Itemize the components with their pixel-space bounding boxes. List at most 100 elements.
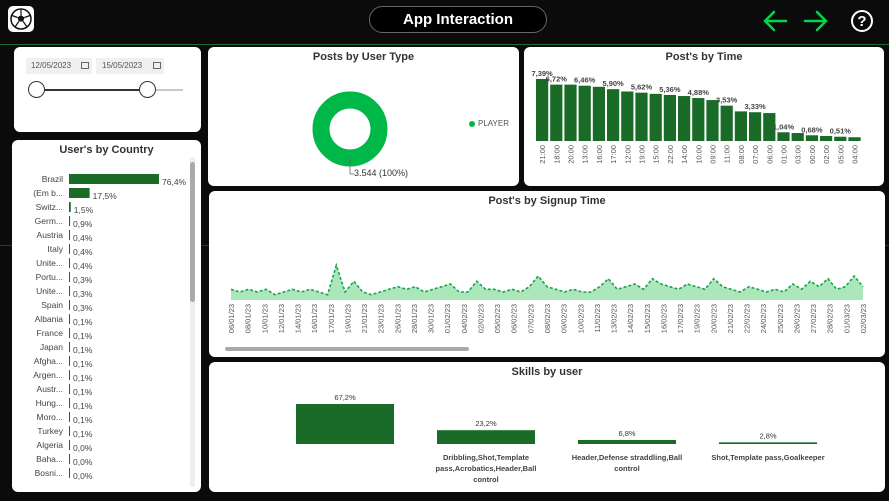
scrollbar-thumb[interactable] xyxy=(190,162,195,302)
time-bar[interactable] xyxy=(635,92,648,141)
time-bar[interactable] xyxy=(578,85,591,141)
country-value-label: 0,4% xyxy=(73,261,93,271)
country-bar[interactable] xyxy=(69,202,71,212)
time-bar[interactable] xyxy=(621,91,634,141)
time-tick-label: 18:00 xyxy=(552,145,561,164)
skill-category-label: pass,Acrobatics,Header,Ball xyxy=(436,464,537,473)
country-value-label: 0,1% xyxy=(73,373,93,383)
country-bar[interactable] xyxy=(69,188,90,198)
signup-tick-label: 16/01/23 xyxy=(310,304,319,333)
time-tick-label: 19:00 xyxy=(638,145,647,164)
country-bar[interactable] xyxy=(69,314,70,324)
signup-tick-label: 28/02/23 xyxy=(826,304,835,333)
time-bar[interactable] xyxy=(678,96,691,141)
skill-bar[interactable] xyxy=(719,442,817,444)
country-bar[interactable] xyxy=(69,468,70,478)
country-bar[interactable] xyxy=(69,258,70,268)
page-title-pill: App Interaction xyxy=(369,6,547,33)
time-bar[interactable] xyxy=(848,137,861,141)
time-bar[interactable] xyxy=(692,98,705,141)
time-bar[interactable] xyxy=(834,136,847,141)
country-bar[interactable] xyxy=(69,356,70,366)
signup-tick-label: 26/02/23 xyxy=(792,304,801,333)
country-label: (Em b... xyxy=(33,188,63,198)
background-line-top xyxy=(0,44,889,45)
signup-tick-label: 14/02/23 xyxy=(626,304,635,333)
country-value-label: 0,1% xyxy=(73,345,93,355)
country-value-label: 0,3% xyxy=(73,275,93,285)
donut-slice-label: 3.544 (100%) xyxy=(354,168,409,178)
country-bar[interactable] xyxy=(69,384,70,394)
time-value-label: 5,62% xyxy=(631,83,653,92)
app-logo[interactable] xyxy=(8,6,34,32)
start-date-handle[interactable] xyxy=(28,81,45,98)
time-bar[interactable] xyxy=(649,93,662,141)
end-date-input[interactable]: 15/05/2023 xyxy=(96,58,164,74)
scrollbar-track[interactable] xyxy=(190,157,195,487)
signup-tick-label: 08/01/23 xyxy=(244,304,253,333)
country-value-label: 0,9% xyxy=(73,219,93,229)
signup-tick-label: 14/01/23 xyxy=(294,304,303,333)
legend-label-player[interactable]: PLAYER xyxy=(478,119,509,128)
arrow-left-icon[interactable] xyxy=(762,9,788,33)
country-bar[interactable] xyxy=(69,300,70,310)
country-bar[interactable] xyxy=(69,412,70,422)
time-value-label: 5,90% xyxy=(602,79,624,88)
signup-tick-label: 20/02/23 xyxy=(709,304,718,333)
time-tick-label: 15:00 xyxy=(652,145,661,164)
country-bar[interactable] xyxy=(69,398,70,408)
country-bar[interactable] xyxy=(69,244,70,254)
signup-tick-label: 21/01/23 xyxy=(360,304,369,333)
calendar-icon xyxy=(81,62,89,69)
question-mark-icon[interactable]: ? xyxy=(851,10,873,32)
country-bar[interactable] xyxy=(69,328,70,338)
skill-bar[interactable] xyxy=(578,439,676,444)
time-bar[interactable] xyxy=(536,79,549,141)
skill-bar[interactable] xyxy=(437,430,535,444)
country-bar[interactable] xyxy=(69,440,70,450)
country-bar[interactable] xyxy=(69,286,70,296)
time-bar[interactable] xyxy=(592,86,605,141)
country-bar[interactable] xyxy=(69,216,71,226)
horizontal-scrollbar[interactable] xyxy=(225,347,469,351)
time-bar[interactable] xyxy=(607,89,620,141)
calendar-icon xyxy=(153,62,161,69)
country-label: Germ... xyxy=(35,216,63,226)
posts-by-time-panel: Post's by Time 7,39% 21:00 6,72% 18:00 20:00… xyxy=(524,47,884,186)
signup-tick-label: 17/02/23 xyxy=(676,304,685,333)
country-label: Unite... xyxy=(36,258,63,268)
time-tick-label: 16:00 xyxy=(595,145,604,164)
country-bar[interactable] xyxy=(69,230,70,240)
end-date-handle[interactable] xyxy=(139,81,156,98)
time-bar[interactable] xyxy=(706,100,719,141)
time-tick-label: 13:00 xyxy=(581,145,590,164)
time-bar[interactable] xyxy=(805,135,818,141)
posts-by-signup-chart: 06/01/23 08/01/23 10/01/23 12/01/23 14/01/23… xyxy=(227,262,868,333)
country-value-label: 0,1% xyxy=(73,359,93,369)
time-tick-label: 10:00 xyxy=(694,145,703,164)
time-bar[interactable] xyxy=(777,132,790,141)
time-bar[interactable] xyxy=(720,105,733,141)
time-bar[interactable] xyxy=(749,112,762,141)
time-bar[interactable] xyxy=(820,135,833,141)
skill-bar[interactable] xyxy=(296,404,394,444)
country-bar[interactable] xyxy=(69,454,70,464)
posts-by-time-chart: 7,39%21:006,72%18:00 20:006,46%13:00 16:00… xyxy=(531,69,861,164)
time-bar[interactable] xyxy=(550,84,563,141)
start-date-input[interactable]: 12/05/2023 xyxy=(26,58,92,74)
skill-category-label: control xyxy=(473,475,498,484)
donut-slice-player[interactable] xyxy=(312,91,388,167)
country-bar[interactable] xyxy=(69,342,70,352)
time-bar[interactable] xyxy=(734,111,747,141)
country-bar[interactable] xyxy=(69,370,70,380)
country-bar[interactable] xyxy=(69,174,159,184)
signup-tick-label: 12/01/23 xyxy=(277,304,286,333)
skill-value-label: 23,2% xyxy=(475,419,497,428)
arrow-right-icon[interactable] xyxy=(803,9,829,33)
signup-tick-label: 05/02/23 xyxy=(493,304,502,333)
posts-by-user-type-panel: Posts by User Type 3.544 (100%) PLAYER xyxy=(208,47,519,186)
country-bar[interactable] xyxy=(69,426,70,436)
time-bar[interactable] xyxy=(564,84,577,141)
country-bar[interactable] xyxy=(69,272,70,282)
time-bar[interactable] xyxy=(663,94,676,141)
